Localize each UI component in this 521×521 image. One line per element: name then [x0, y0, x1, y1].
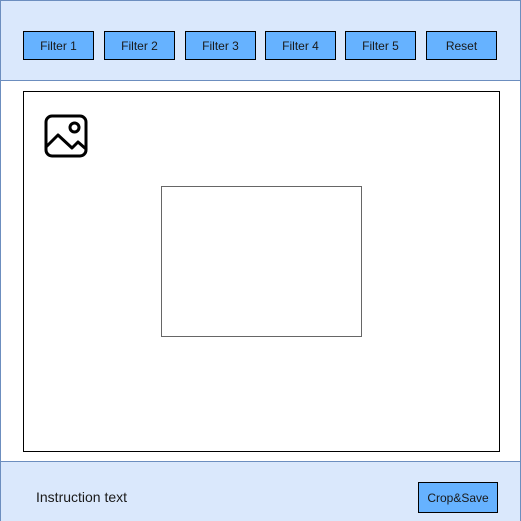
crop-selection-box[interactable]	[161, 186, 362, 337]
image-canvas[interactable]	[23, 91, 500, 452]
filter-1-button[interactable]: Filter 1	[23, 31, 94, 60]
filter-3-button[interactable]: Filter 3	[185, 31, 256, 60]
app-window: Filter 1 Filter 2 Filter 3 Filter 4 Filt…	[0, 0, 521, 521]
footer-bar: Instruction text Crop&Save	[1, 461, 520, 521]
instruction-text: Instruction text	[36, 489, 128, 505]
filter-4-button[interactable]: Filter 4	[265, 31, 336, 60]
image-icon	[44, 114, 88, 158]
filter-toolbar: Filter 1 Filter 2 Filter 3 Filter 4 Filt…	[1, 1, 520, 81]
filter-2-button[interactable]: Filter 2	[104, 31, 175, 60]
crop-save-button[interactable]: Crop&Save	[418, 482, 498, 513]
filter-5-button[interactable]: Filter 5	[345, 31, 416, 60]
reset-button[interactable]: Reset	[426, 31, 497, 60]
